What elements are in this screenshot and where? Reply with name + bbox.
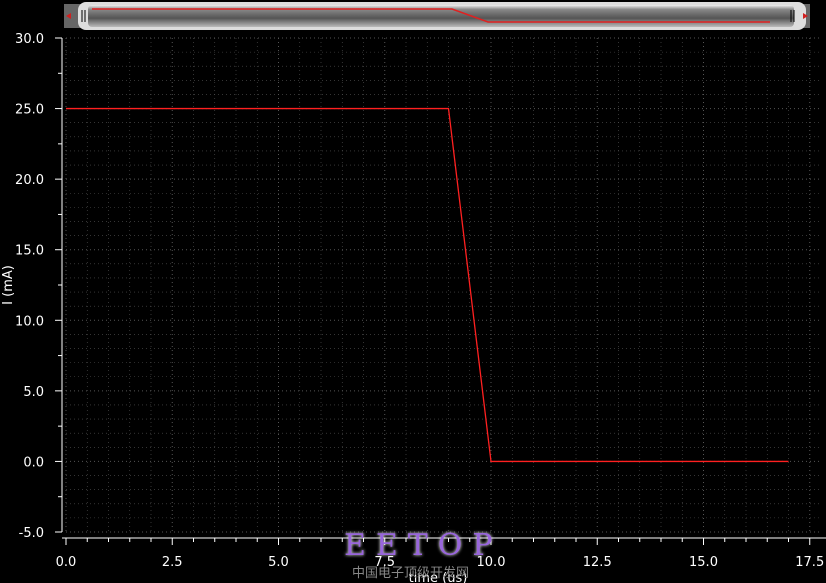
overview-scroller[interactable]	[64, 2, 810, 30]
chart: 30.025.020.015.010.05.00.0-5.00.0 2.5 5.0 7…	[1, 2, 826, 583]
y-axis-label: I (mA)	[1, 265, 16, 305]
watermark-subtitle: 中国电子顶级开发网	[352, 566, 470, 581]
y-tick-label: 25.0	[15, 103, 44, 118]
watermark-logo: EETOP	[344, 528, 503, 563]
y-tick-label: 20.0	[15, 173, 44, 188]
x-tick-label: 12.5	[583, 555, 612, 570]
x-tick-label: 0.0	[56, 555, 77, 570]
x-tick-label: 2.5	[162, 555, 183, 570]
axes: 30.025.020.015.010.05.00.0-5.00.0 2.5 5.0 7…	[15, 32, 826, 570]
y-tick-label: 0.0	[23, 455, 44, 470]
y-tick-label: 15.0	[15, 244, 44, 259]
x-tick-label: 17.5	[795, 555, 824, 570]
y-tick-label: 10.0	[15, 314, 44, 329]
y-tick-label: -5.0	[19, 526, 44, 541]
y-tick-label: 30.0	[15, 32, 44, 47]
series	[65, 107, 789, 463]
grid	[65, 37, 820, 533]
series-line	[66, 107, 789, 463]
x-tick-label: 15.0	[689, 555, 718, 570]
x-tick-label: 5.0	[268, 555, 289, 570]
y-tick-label: 5.0	[23, 385, 44, 400]
